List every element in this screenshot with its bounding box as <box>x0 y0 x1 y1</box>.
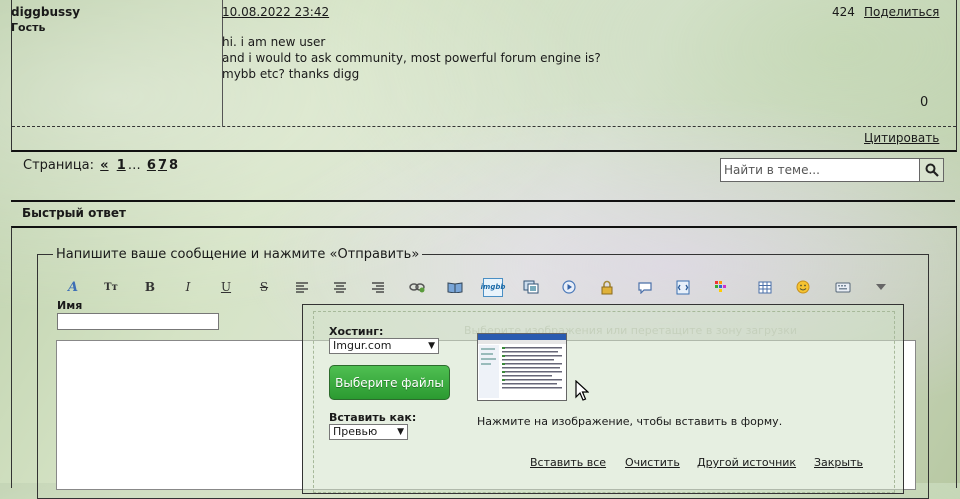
uploaded-image-thumbnail[interactable] <box>477 333 567 401</box>
book-icon[interactable] <box>444 278 466 296</box>
pagination-prev-link[interactable]: « <box>100 158 108 173</box>
pagination: Страница: « 1… 678 <box>23 158 178 173</box>
font-icon[interactable]: A <box>62 278 84 296</box>
pagination-current-page: 8 <box>168 158 179 173</box>
thumbnail-hint: Нажмите на изображение, чтобы вставить в… <box>477 415 783 428</box>
hosting-select[interactable]: Imgur.com ▼ <box>329 338 439 354</box>
reply-form-legend: Напишите ваше сообщение и нажмите «Отпра… <box>56 247 420 262</box>
hosting-select-value: Imgur.com <box>333 339 392 352</box>
quick-reply-title: Быстрый ответ <box>22 206 126 220</box>
chevron-down-icon: ▼ <box>397 427 404 437</box>
clear-link[interactable]: Очистить <box>625 456 680 469</box>
font-size-icon[interactable]: Tт <box>100 278 122 296</box>
post-body-line: and i would to ask community, most power… <box>222 51 601 65</box>
search-button[interactable] <box>919 158 944 182</box>
name-input[interactable] <box>57 313 219 330</box>
pagination-ellipsis: … <box>127 158 141 173</box>
mouse-cursor-icon <box>575 380 589 401</box>
insert-as-select[interactable]: Превью ▼ <box>329 424 408 440</box>
align-center-icon[interactable] <box>329 278 351 296</box>
color-icon[interactable] <box>710 278 732 296</box>
more-icon[interactable] <box>870 278 892 296</box>
choose-files-button[interactable]: Выберите файлы <box>329 365 450 400</box>
pagination-page-link[interactable]: 7 <box>158 158 167 173</box>
post-date-link[interactable]: 10.08.2022 23:42 <box>222 5 329 19</box>
speech-bubble-icon[interactable] <box>634 278 656 296</box>
close-link[interactable]: Закрыть <box>814 456 863 469</box>
post-body-line: hi. i am new user <box>222 35 326 49</box>
link-icon[interactable] <box>406 278 428 296</box>
pagination-page-link[interactable]: 1 <box>117 158 126 173</box>
align-left-icon[interactable] <box>291 278 313 296</box>
name-label: Имя <box>57 299 83 312</box>
hosting-label: Хостинг: <box>329 325 384 338</box>
bold-icon[interactable]: B <box>139 278 161 296</box>
italic-icon[interactable]: I <box>177 278 199 296</box>
keyboard-icon[interactable] <box>832 278 854 296</box>
post-body-line: mybb etc? thanks digg <box>222 67 360 81</box>
topic-search-input[interactable] <box>720 158 920 182</box>
post-username[interactable]: diggbussy <box>11 5 80 19</box>
insert-all-link[interactable]: Вставить все <box>530 456 606 469</box>
code-icon[interactable] <box>672 278 694 296</box>
imgbb-icon[interactable]: imgbb <box>481 277 505 297</box>
insert-as-select-value: Превью <box>333 425 378 438</box>
gallery-icon[interactable] <box>520 278 542 296</box>
strikethrough-icon[interactable]: S <box>253 278 275 296</box>
quick-reply-top-border <box>11 200 955 202</box>
pagination-page-link[interactable]: 6 <box>147 158 156 173</box>
video-icon[interactable] <box>558 278 580 296</box>
chevron-down-icon: ▼ <box>428 341 435 351</box>
share-link[interactable]: Поделиться <box>864 5 939 19</box>
table-icon[interactable] <box>754 278 776 296</box>
insert-as-label: Вставить как: <box>329 411 417 424</box>
post-body: hi. i am new user and i would to ask com… <box>222 34 601 82</box>
smiley-icon[interactable] <box>792 278 814 296</box>
pagination-label: Страница: <box>23 158 95 173</box>
other-source-link[interactable]: Другой источник <box>697 456 796 469</box>
quote-link[interactable]: Цитировать <box>864 131 939 145</box>
align-right-icon[interactable] <box>367 278 389 296</box>
image-upload-popup: Выберите изображения или перетащите в зо… <box>302 304 904 494</box>
search-icon <box>925 163 939 177</box>
post-divider <box>12 126 956 127</box>
underline-icon[interactable]: U <box>215 278 237 296</box>
post-number: 424 <box>832 5 855 19</box>
post-user-role: Гость <box>11 21 46 34</box>
post-reputation: 0 <box>920 95 929 110</box>
lock-icon[interactable] <box>596 278 618 296</box>
